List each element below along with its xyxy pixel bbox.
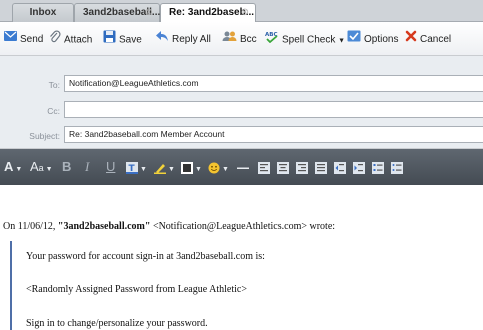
align-right-button[interactable] bbox=[296, 158, 308, 176]
bcc-label: Bcc bbox=[240, 34, 257, 46]
subject-row: Subject: Re: 3and2baseball.com Member Ac… bbox=[0, 126, 483, 146]
reply-all-label: Reply All bbox=[172, 34, 211, 46]
align-left-icon bbox=[258, 161, 270, 174]
outdent-button[interactable] bbox=[334, 158, 346, 176]
horizontal-rule-button[interactable] bbox=[237, 158, 249, 176]
quote-header-suffix: <Notification@LeagueAthletics.com> wrote… bbox=[150, 221, 336, 232]
to-field[interactable]: Notification@LeagueAthletics.com bbox=[64, 75, 483, 92]
spell-check-label: Spell Check bbox=[282, 34, 336, 46]
cc-field[interactable] bbox=[64, 101, 483, 118]
horizontal-rule-icon bbox=[237, 167, 249, 169]
send-button[interactable]: Send bbox=[4, 30, 43, 48]
attach-label: Attach bbox=[64, 34, 93, 46]
cc-row: Cc: bbox=[0, 101, 483, 121]
tab-message[interactable]: 3and2baseball.... ⊗ bbox=[74, 3, 163, 22]
spell-check-button[interactable]: ABC Spell Check ▼ bbox=[265, 30, 345, 48]
quote-line: <Randomly Assigned Password from League … bbox=[26, 284, 247, 295]
to-row: To: Notification@LeagueAthletics.com bbox=[0, 75, 483, 95]
reply-all-icon bbox=[155, 30, 169, 49]
indent-button[interactable] bbox=[353, 158, 365, 176]
subject-field[interactable]: Re: 3and2baseball.com Member Account bbox=[64, 126, 483, 143]
cc-label: Cc: bbox=[47, 106, 60, 116]
send-label: Send bbox=[20, 34, 44, 46]
background-color-icon bbox=[181, 161, 193, 174]
cancel-button[interactable]: Cancel bbox=[405, 30, 451, 48]
text-color-icon: T bbox=[126, 161, 138, 174]
to-label: To: bbox=[48, 80, 60, 90]
reply-all-button[interactable]: Reply All bbox=[155, 30, 211, 48]
emoticon-button[interactable]: ▼ bbox=[208, 158, 229, 176]
font-family-button[interactable]: Aa ▼ bbox=[30, 158, 53, 176]
outdent-icon bbox=[334, 161, 346, 174]
cancel-x-icon bbox=[405, 30, 417, 49]
background-color-button[interactable]: ▼ bbox=[181, 158, 202, 176]
send-icon bbox=[4, 30, 17, 49]
highlighter-icon bbox=[154, 163, 166, 174]
justify-button[interactable] bbox=[315, 158, 327, 176]
highlight-button[interactable]: ▼ bbox=[154, 158, 175, 176]
quote-line: Your password for account sign-in at 3an… bbox=[26, 251, 265, 262]
numbered-list-icon bbox=[372, 161, 384, 174]
tab-inbox-label: Inbox bbox=[29, 7, 57, 18]
quote-sender-name: "3and2baseball.com" bbox=[57, 221, 151, 232]
chevron-down-icon: ▼ bbox=[338, 37, 346, 45]
bold-button[interactable]: B bbox=[62, 158, 71, 176]
quote-bar bbox=[10, 241, 12, 330]
quote-line: Sign in to change/personalize your passw… bbox=[26, 318, 208, 329]
quote-header-prefix: On 11/06/12, bbox=[3, 221, 58, 232]
bulleted-list-button[interactable] bbox=[391, 158, 403, 176]
close-icon[interactable]: ⊗ bbox=[241, 4, 249, 22]
tab-reply[interactable]: Re: 3and2baseb... ⊗ bbox=[160, 3, 256, 23]
compose-toolbar: Send Attach Save Reply All Bcc ABC Spell … bbox=[0, 22, 483, 56]
align-center-button[interactable] bbox=[277, 158, 289, 176]
format-toolbar: A ▼ Aa ▼ B I U T ▼ ▼ ▼ ▼ bbox=[0, 149, 483, 185]
italic-button[interactable]: I bbox=[85, 158, 89, 176]
attach-button[interactable]: Attach bbox=[49, 30, 92, 48]
save-label: Save bbox=[119, 34, 142, 46]
quote-header: On 11/06/12, "3and2baseball.com" <Notifi… bbox=[3, 221, 335, 232]
underline-button[interactable]: U bbox=[106, 158, 115, 176]
paperclip-icon bbox=[49, 30, 61, 50]
options-button[interactable]: Options bbox=[347, 30, 398, 48]
spell-check-icon: ABC bbox=[265, 30, 279, 50]
tab-inbox[interactable]: Inbox bbox=[12, 3, 74, 22]
cancel-label: Cancel bbox=[420, 34, 452, 46]
smiley-icon bbox=[208, 162, 220, 174]
align-left-button[interactable] bbox=[258, 158, 270, 176]
options-check-icon bbox=[347, 30, 361, 49]
header-fields: To: Notification@LeagueAthletics.com Cc:… bbox=[0, 56, 483, 149]
indent-icon bbox=[353, 161, 365, 174]
floppy-disk-icon bbox=[103, 30, 116, 50]
justify-icon bbox=[315, 161, 327, 174]
bcc-button[interactable]: Bcc bbox=[222, 30, 257, 48]
numbered-list-button[interactable] bbox=[372, 158, 384, 176]
font-size-button[interactable]: A ▼ bbox=[4, 158, 22, 176]
contacts-icon bbox=[222, 30, 237, 49]
message-body[interactable]: On 11/06/12, "3and2baseball.com" <Notifi… bbox=[0, 185, 483, 330]
bulleted-list-icon bbox=[391, 161, 403, 174]
text-color-button[interactable]: T ▼ bbox=[126, 158, 147, 176]
close-icon[interactable]: ⊗ bbox=[145, 4, 153, 22]
save-button[interactable]: Save bbox=[103, 30, 142, 48]
tab-strip: Inbox 3and2baseball.... ⊗ Re: 3and2baseb… bbox=[0, 0, 483, 23]
options-label: Options bbox=[364, 34, 399, 46]
align-right-icon bbox=[296, 161, 308, 174]
align-center-icon bbox=[277, 161, 289, 174]
subject-label: Subject: bbox=[29, 131, 60, 141]
